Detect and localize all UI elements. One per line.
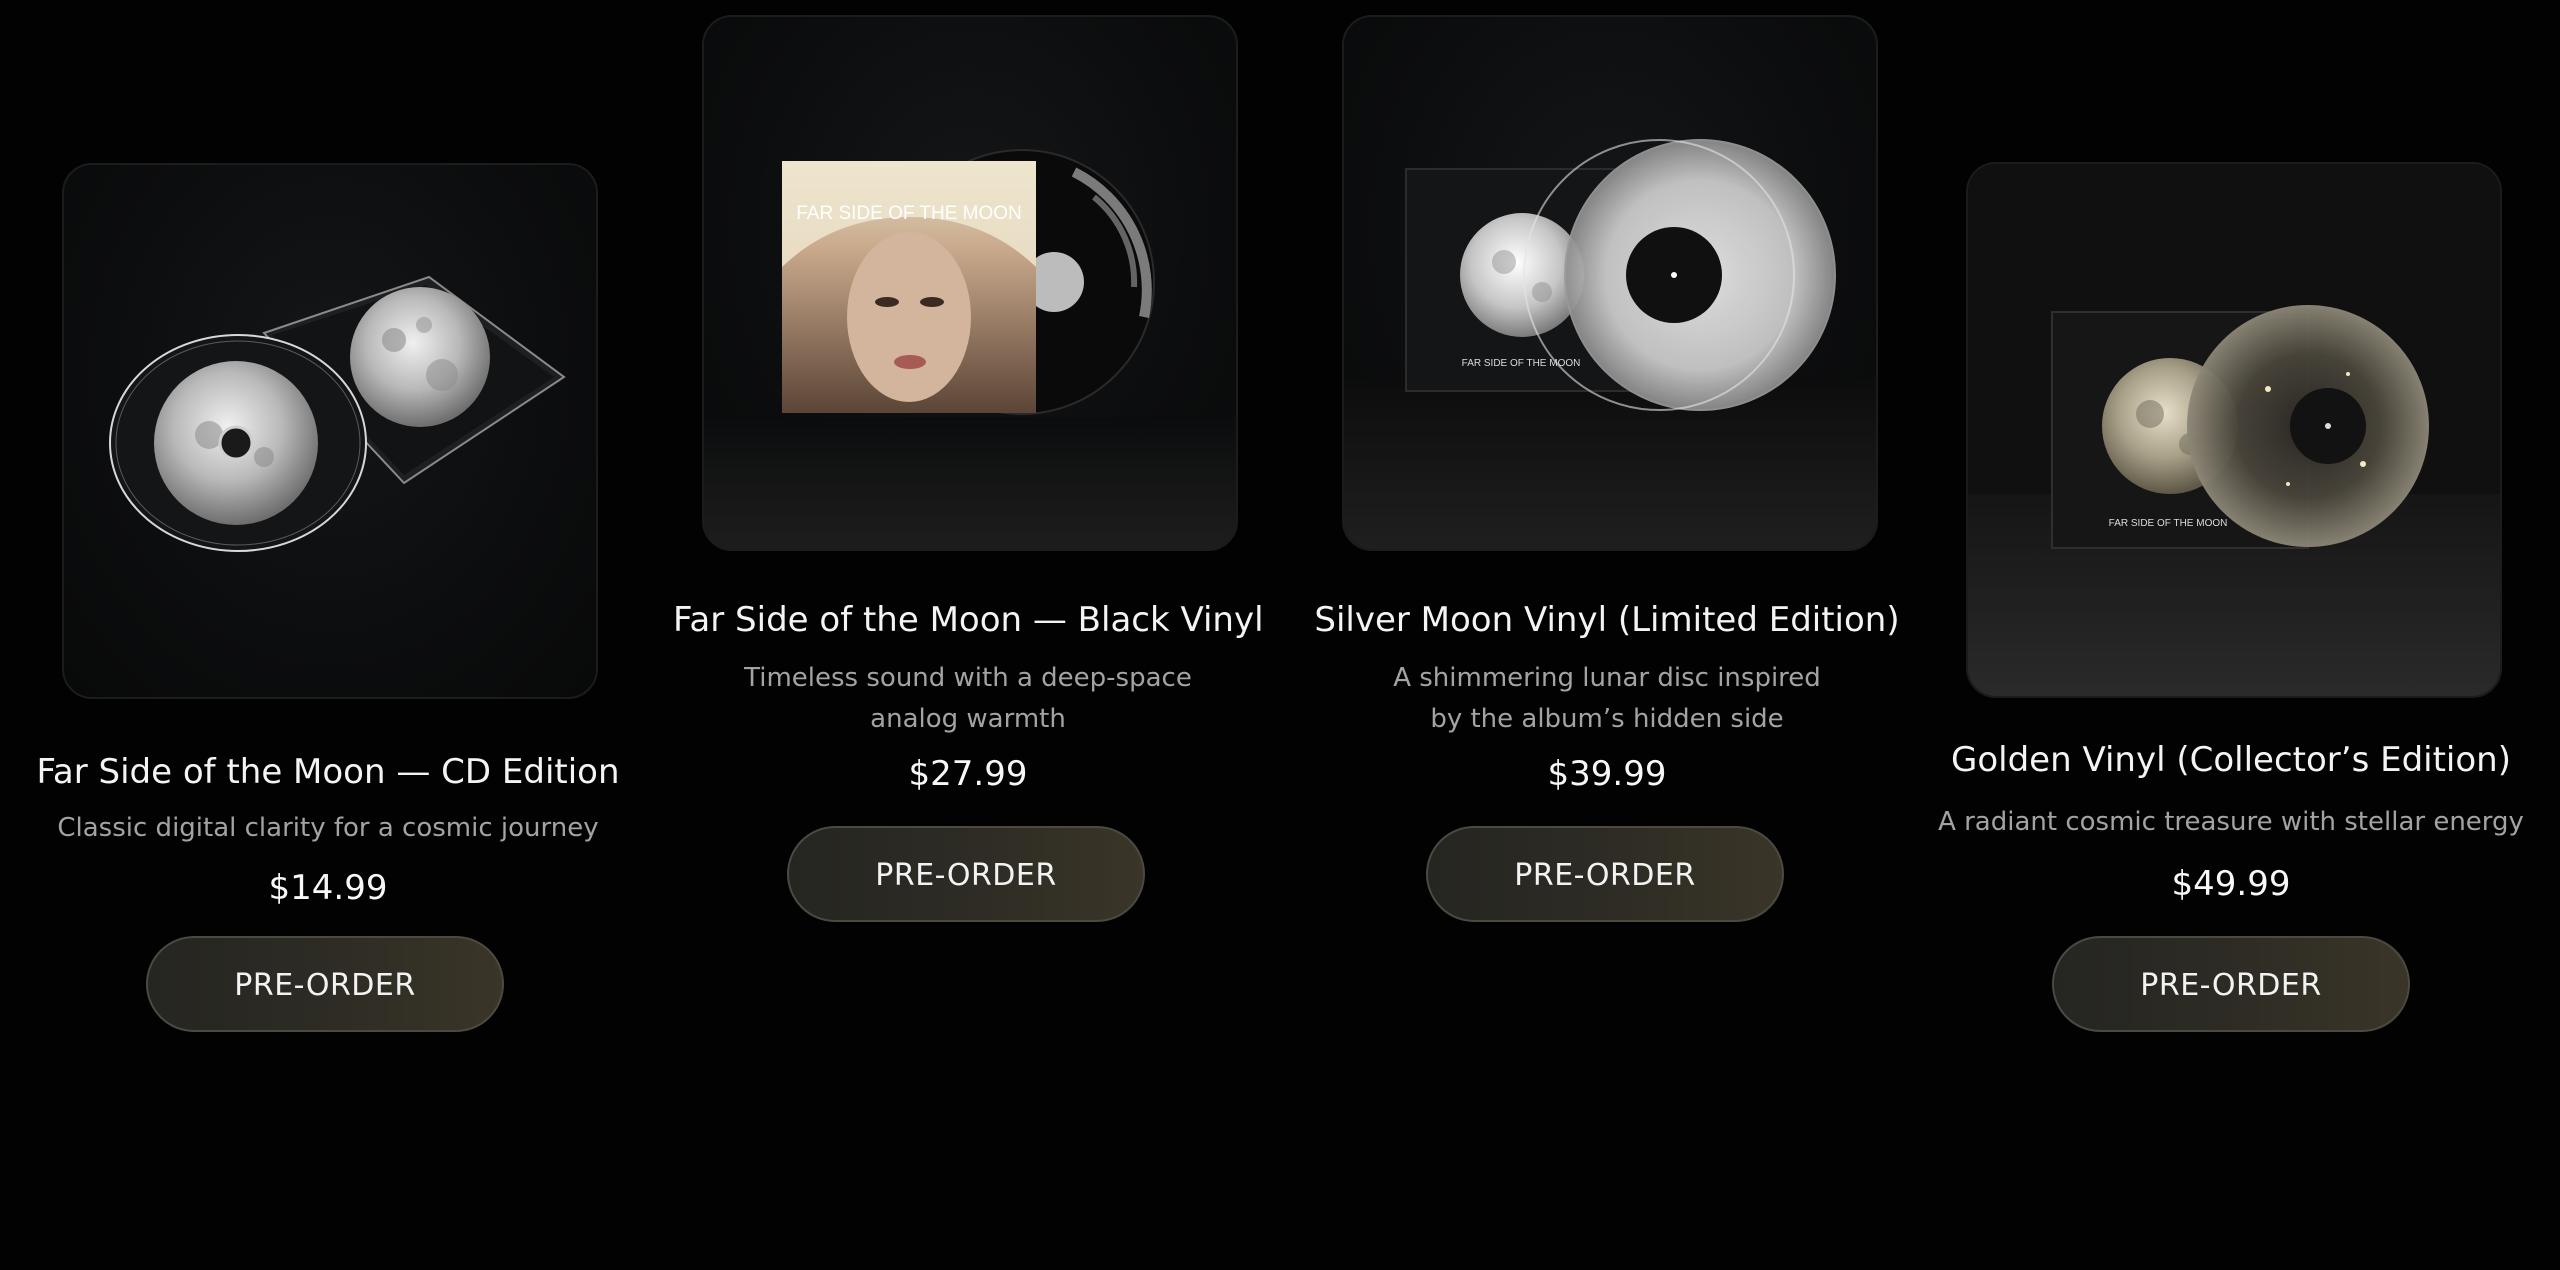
product-description: Timeless sound with a deep-space analog … xyxy=(744,663,1192,734)
product-price: $49.99 xyxy=(2171,864,2291,904)
product-image-black-vinyl[interactable]: FAR SIDE OF THE MOON xyxy=(702,15,1238,551)
product-title: Far Side of the Moon — CD Edition xyxy=(36,752,620,792)
pre-order-button[interactable]: PRE-ORDER xyxy=(146,936,504,1032)
pre-order-button[interactable]: PRE-ORDER xyxy=(787,826,1145,922)
product-image-golden-vinyl[interactable]: FAR SIDE OF THE MOON xyxy=(1966,162,2502,698)
cover-title-text: FAR SIDE OF THE MOON xyxy=(796,203,1022,224)
product-image-cd[interactable] xyxy=(62,163,598,699)
pre-order-button[interactable]: PRE-ORDER xyxy=(1426,826,1784,922)
product-title: Golden Vinyl (Collector’s Edition) xyxy=(1951,740,2511,780)
cover-title-text: FAR SIDE OF THE MOON xyxy=(2109,518,2228,529)
product-price: $27.99 xyxy=(908,754,1028,794)
product-price: $39.99 xyxy=(1547,754,1667,794)
black-vinyl-portrait-icon: FAR SIDE OF THE MOON xyxy=(704,149,1236,549)
product-image-silver-vinyl[interactable]: FAR SIDE OF THE MOON xyxy=(1342,15,1878,551)
cover-title-text: FAR SIDE OF THE MOON xyxy=(1462,358,1581,369)
pre-order-button[interactable]: PRE-ORDER xyxy=(2052,936,2410,1032)
product-description: A shimmering lunar disc inspired by the … xyxy=(1393,663,1821,734)
product-title: Far Side of the Moon — Black Vinyl xyxy=(673,600,1264,640)
product-description: A radiant cosmic treasure with stellar e… xyxy=(1938,807,2524,837)
product-title: Silver Moon Vinyl (Limited Edition) xyxy=(1314,600,1900,640)
product-price: $14.99 xyxy=(268,868,388,908)
golden-vinyl-moon-icon: FAR SIDE OF THE MOON xyxy=(1968,164,2500,696)
silver-vinyl-moon-icon: FAR SIDE OF THE MOON xyxy=(1344,139,1876,549)
product-description: Classic digital clarity for a cosmic jou… xyxy=(57,813,599,843)
cd-case-moon-icon xyxy=(109,275,566,552)
